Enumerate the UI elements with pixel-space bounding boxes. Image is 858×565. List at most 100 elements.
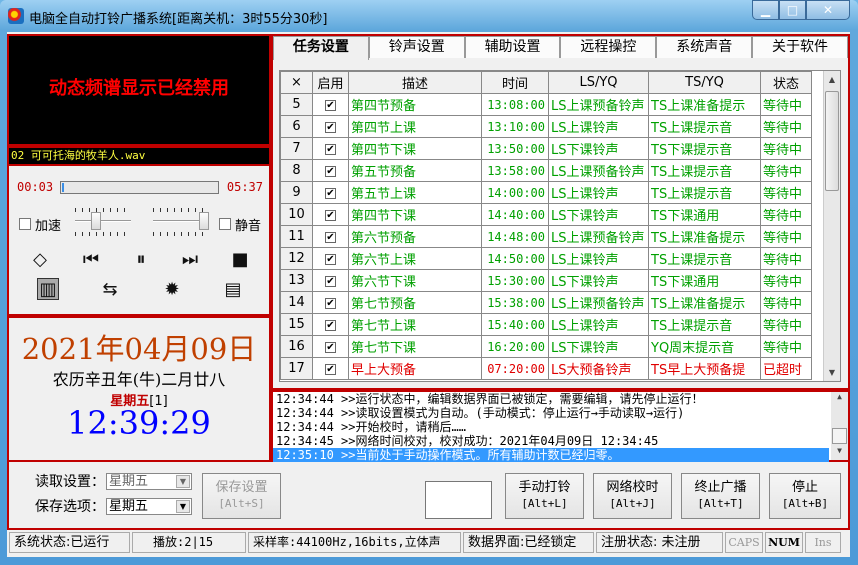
enabled-checkbox[interactable]: ✔ <box>325 276 336 287</box>
minimize-button[interactable]: ▁ <box>752 0 779 20</box>
table-row[interactable]: 16 ✔ 第七节下课 16:20:00 LS下课铃声 YQ周末提示音 等待中 <box>280 335 812 358</box>
description-cell[interactable]: 第四节上课 <box>348 115 482 138</box>
ls-cell[interactable]: LS上课预备铃声 <box>548 159 649 182</box>
ls-cell[interactable]: LS上课预备铃声 <box>548 93 649 116</box>
table-row[interactable]: 17 ✔ 早上大预备 07:20:00 LS大预备铃声 TS早上大预备提 已超时 <box>280 357 812 380</box>
time-cell[interactable]: 16:20:00 <box>481 335 549 358</box>
scroll-thumb[interactable] <box>832 428 847 444</box>
playlist-icon[interactable]: ▤ <box>222 278 244 300</box>
table-row[interactable]: 11 ✔ 第六节预备 14:48:00 LS上课预备铃声 TS上课准备提示 等待中 <box>280 225 812 248</box>
volume-slider[interactable] <box>153 206 209 236</box>
time-cell[interactable]: 15:30:00 <box>481 269 549 292</box>
mute-checkbox[interactable] <box>219 218 231 230</box>
next-icon[interactable]: ⏭ <box>179 248 201 270</box>
read-settings-select[interactable]: 星期五 ▼ <box>106 473 192 490</box>
scroll-down-icon[interactable]: ▼ <box>831 446 848 460</box>
ts-cell[interactable]: TS上课提示音 <box>648 115 761 138</box>
description-cell[interactable]: 第七节预备 <box>348 291 482 314</box>
table-scrollbar[interactable]: ▲ ▼ <box>823 71 840 381</box>
time-cell[interactable]: 14:50:00 <box>481 247 549 270</box>
column-header[interactable]: TS/YQ <box>648 71 761 94</box>
ts-cell[interactable]: TS上课提示音 <box>648 181 761 204</box>
time-cell[interactable]: 07:20:00 <box>481 357 549 380</box>
ls-cell[interactable]: LS下课铃声 <box>548 269 649 292</box>
ts-cell[interactable]: TS上课提示音 <box>648 247 761 270</box>
time-cell[interactable]: 13:50:00 <box>481 137 549 160</box>
enabled-checkbox[interactable]: ✔ <box>325 100 336 111</box>
stop-icon[interactable]: ■ <box>229 248 251 270</box>
time-cell[interactable]: 13:10:00 <box>481 115 549 138</box>
ts-cell[interactable]: TS下课通用 <box>648 269 761 292</box>
tab-4[interactable]: 系统声音 <box>656 36 753 58</box>
enabled-checkbox[interactable]: ✔ <box>325 342 336 353</box>
speed-checkbox[interactable] <box>19 218 31 230</box>
log-entry[interactable]: 12:34:44 >>运行状态中，编辑数据界面已被锁定，需要编辑，请先停止运行！ <box>273 392 829 406</box>
description-cell[interactable]: 第六节预备 <box>348 225 482 248</box>
description-cell[interactable]: 第四节预备 <box>348 93 482 116</box>
ts-cell[interactable]: TS下课提示音 <box>648 137 761 160</box>
enabled-checkbox[interactable]: ✔ <box>325 232 336 243</box>
table-row[interactable]: 15 ✔ 第七节上课 15:40:00 LS上课铃声 TS上课提示音 等待中 <box>280 313 812 336</box>
time-cell[interactable]: 13:08:00 <box>481 93 549 116</box>
ls-cell[interactable]: LS下课铃声 <box>548 335 649 358</box>
save-option-select[interactable]: 星期五 ▼ <box>106 498 192 515</box>
log-list[interactable]: 12:34:44 >>运行状态中，编辑数据界面已被锁定，需要编辑，请先停止运行！… <box>271 390 850 462</box>
stop-broadcast-button[interactable]: 终止广播 [Alt+T] <box>681 473 760 519</box>
scroll-thumb[interactable] <box>825 91 839 191</box>
column-header[interactable]: 时间 <box>481 71 549 94</box>
column-header[interactable]: 描述 <box>348 71 482 94</box>
description-cell[interactable]: 早上大预备 <box>348 357 482 380</box>
ls-cell[interactable]: LS上课铃声 <box>548 313 649 336</box>
table-row[interactable]: 7 ✔ 第四节下课 13:50:00 LS下课铃声 TS下课提示音 等待中 <box>280 137 812 160</box>
ts-cell[interactable]: TS上课准备提示 <box>648 93 761 116</box>
ls-cell[interactable]: LS上课预备铃声 <box>548 291 649 314</box>
tab-0[interactable]: 任务设置 <box>273 36 369 60</box>
log-entry[interactable]: 12:34:45 >>网络时间校对，校对成功：2021年04月09日 12:34… <box>273 434 829 448</box>
column-header[interactable]: × <box>280 71 313 94</box>
log-entry[interactable]: 12:34:44 >>开始校时，请稍后…… <box>273 420 829 434</box>
ls-cell[interactable]: LS上课预备铃声 <box>548 225 649 248</box>
table-row[interactable]: 10 ✔ 第四节下课 14:40:00 LS下课铃声 TS下课通用 等待中 <box>280 203 812 226</box>
equalizer-icon[interactable]: ▥ <box>37 278 59 300</box>
time-cell[interactable]: 15:38:00 <box>481 291 549 314</box>
description-cell[interactable]: 第四节下课 <box>348 137 482 160</box>
time-cell[interactable]: 15:40:00 <box>481 313 549 336</box>
ts-cell[interactable]: TS上课提示音 <box>648 159 761 182</box>
enabled-checkbox[interactable]: ✔ <box>325 188 336 199</box>
ls-cell[interactable]: LS上课铃声 <box>548 181 649 204</box>
table-row[interactable]: 9 ✔ 第五节上课 14:00:00 LS上课铃声 TS上课提示音 等待中 <box>280 181 812 204</box>
enabled-checkbox[interactable]: ✔ <box>325 364 336 375</box>
ts-cell[interactable]: TS上课准备提示 <box>648 291 761 314</box>
time-cell[interactable]: 13:58:00 <box>481 159 549 182</box>
close-button[interactable]: ✕ <box>806 0 850 20</box>
switch-icon[interactable]: ⇆ <box>99 278 121 300</box>
title-bar[interactable]: 电脑全自动打铃广播系统[距离关机：3时55分30秒] ▁ □ ✕ <box>0 0 858 32</box>
time-cell[interactable]: 14:48:00 <box>481 225 549 248</box>
ls-cell[interactable]: LS大预备铃声 <box>548 357 649 380</box>
enabled-checkbox[interactable]: ✔ <box>325 166 336 177</box>
ls-cell[interactable]: LS下课铃声 <box>548 137 649 160</box>
enabled-checkbox[interactable]: ✔ <box>325 254 336 265</box>
scroll-up-icon[interactable]: ▲ <box>824 71 840 88</box>
net-time-button[interactable]: 网络校时 [Alt+J] <box>593 473 672 519</box>
table-row[interactable]: 5 ✔ 第四节预备 13:08:00 LS上课预备铃声 TS上课准备提示 等待中 <box>280 93 812 116</box>
description-cell[interactable]: 第四节下课 <box>348 203 482 226</box>
ls-cell[interactable]: LS上课铃声 <box>548 115 649 138</box>
column-header[interactable]: 状态 <box>760 71 812 94</box>
previous-icon[interactable]: ⏮ <box>80 248 102 270</box>
ls-cell[interactable]: LS上课铃声 <box>548 247 649 270</box>
enabled-checkbox[interactable]: ✔ <box>325 320 336 331</box>
tab-2[interactable]: 辅助设置 <box>464 36 561 58</box>
slider-thumb[interactable] <box>91 212 102 230</box>
stop-button[interactable]: 停止 [Alt+B] <box>769 473 841 519</box>
description-cell[interactable]: 第六节下课 <box>348 269 482 292</box>
log-entry[interactable]: 12:35:10 >>当前处于手动操作模式。所有辅助计数已经归零。 <box>273 448 829 462</box>
ls-cell[interactable]: LS下课铃声 <box>548 203 649 226</box>
enabled-checkbox[interactable]: ✔ <box>325 144 336 155</box>
column-header[interactable]: 启用 <box>312 71 349 94</box>
speed-slider[interactable] <box>75 206 131 236</box>
ts-cell[interactable]: YQ周末提示音 <box>648 335 761 358</box>
table-row[interactable]: 8 ✔ 第五节预备 13:58:00 LS上课预备铃声 TS上课提示音 等待中 <box>280 159 812 182</box>
scroll-up-icon[interactable]: ▲ <box>831 392 848 406</box>
pause-icon[interactable]: ⏸ <box>130 248 152 270</box>
